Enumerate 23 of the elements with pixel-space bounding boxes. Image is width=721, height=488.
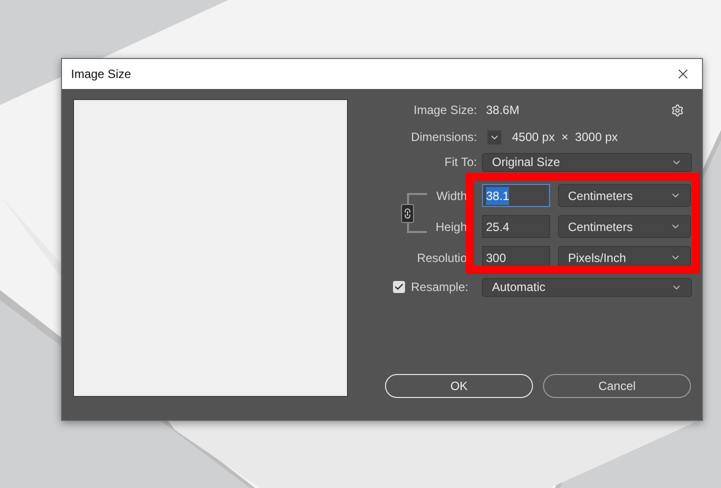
cancel-button[interactable]: Cancel	[543, 374, 691, 398]
window-title: Image Size	[71, 66, 132, 83]
field-label: Heigh	[436, 218, 467, 236]
link-button[interactable]	[401, 204, 414, 223]
dimensions-dropdown[interactable]	[487, 130, 502, 144]
field-label: Width	[436, 188, 467, 204]
field-label: Resolutio	[416, 250, 467, 266]
image-size-label: Image Size:	[412, 102, 477, 119]
ok-button[interactable]: OK	[385, 374, 533, 398]
number-field[interactable]: 38.1	[482, 184, 550, 207]
number-field[interactable]: 25.4	[482, 215, 550, 238]
resample-dropdown[interactable]: Automatic	[482, 278, 692, 296]
settings-icon[interactable]	[671, 104, 684, 116]
fit-to-label: Fit To:	[444, 154, 477, 171]
unit-dropdown[interactable]: Centimeters	[558, 215, 691, 238]
image-size-value: 38.6M	[486, 102, 520, 119]
link-icon	[402, 208, 413, 219]
unit-dropdown[interactable]: Centimeters	[558, 184, 691, 207]
resample-checkbox[interactable]	[393, 281, 405, 293]
fit-to-dropdown[interactable]: Original Size	[482, 152, 692, 172]
resample-label: Resample:	[411, 279, 470, 296]
dimensions-value: 4500 px × 3000 px	[512, 129, 618, 146]
dimensions-label: Dimensions:	[410, 129, 477, 146]
